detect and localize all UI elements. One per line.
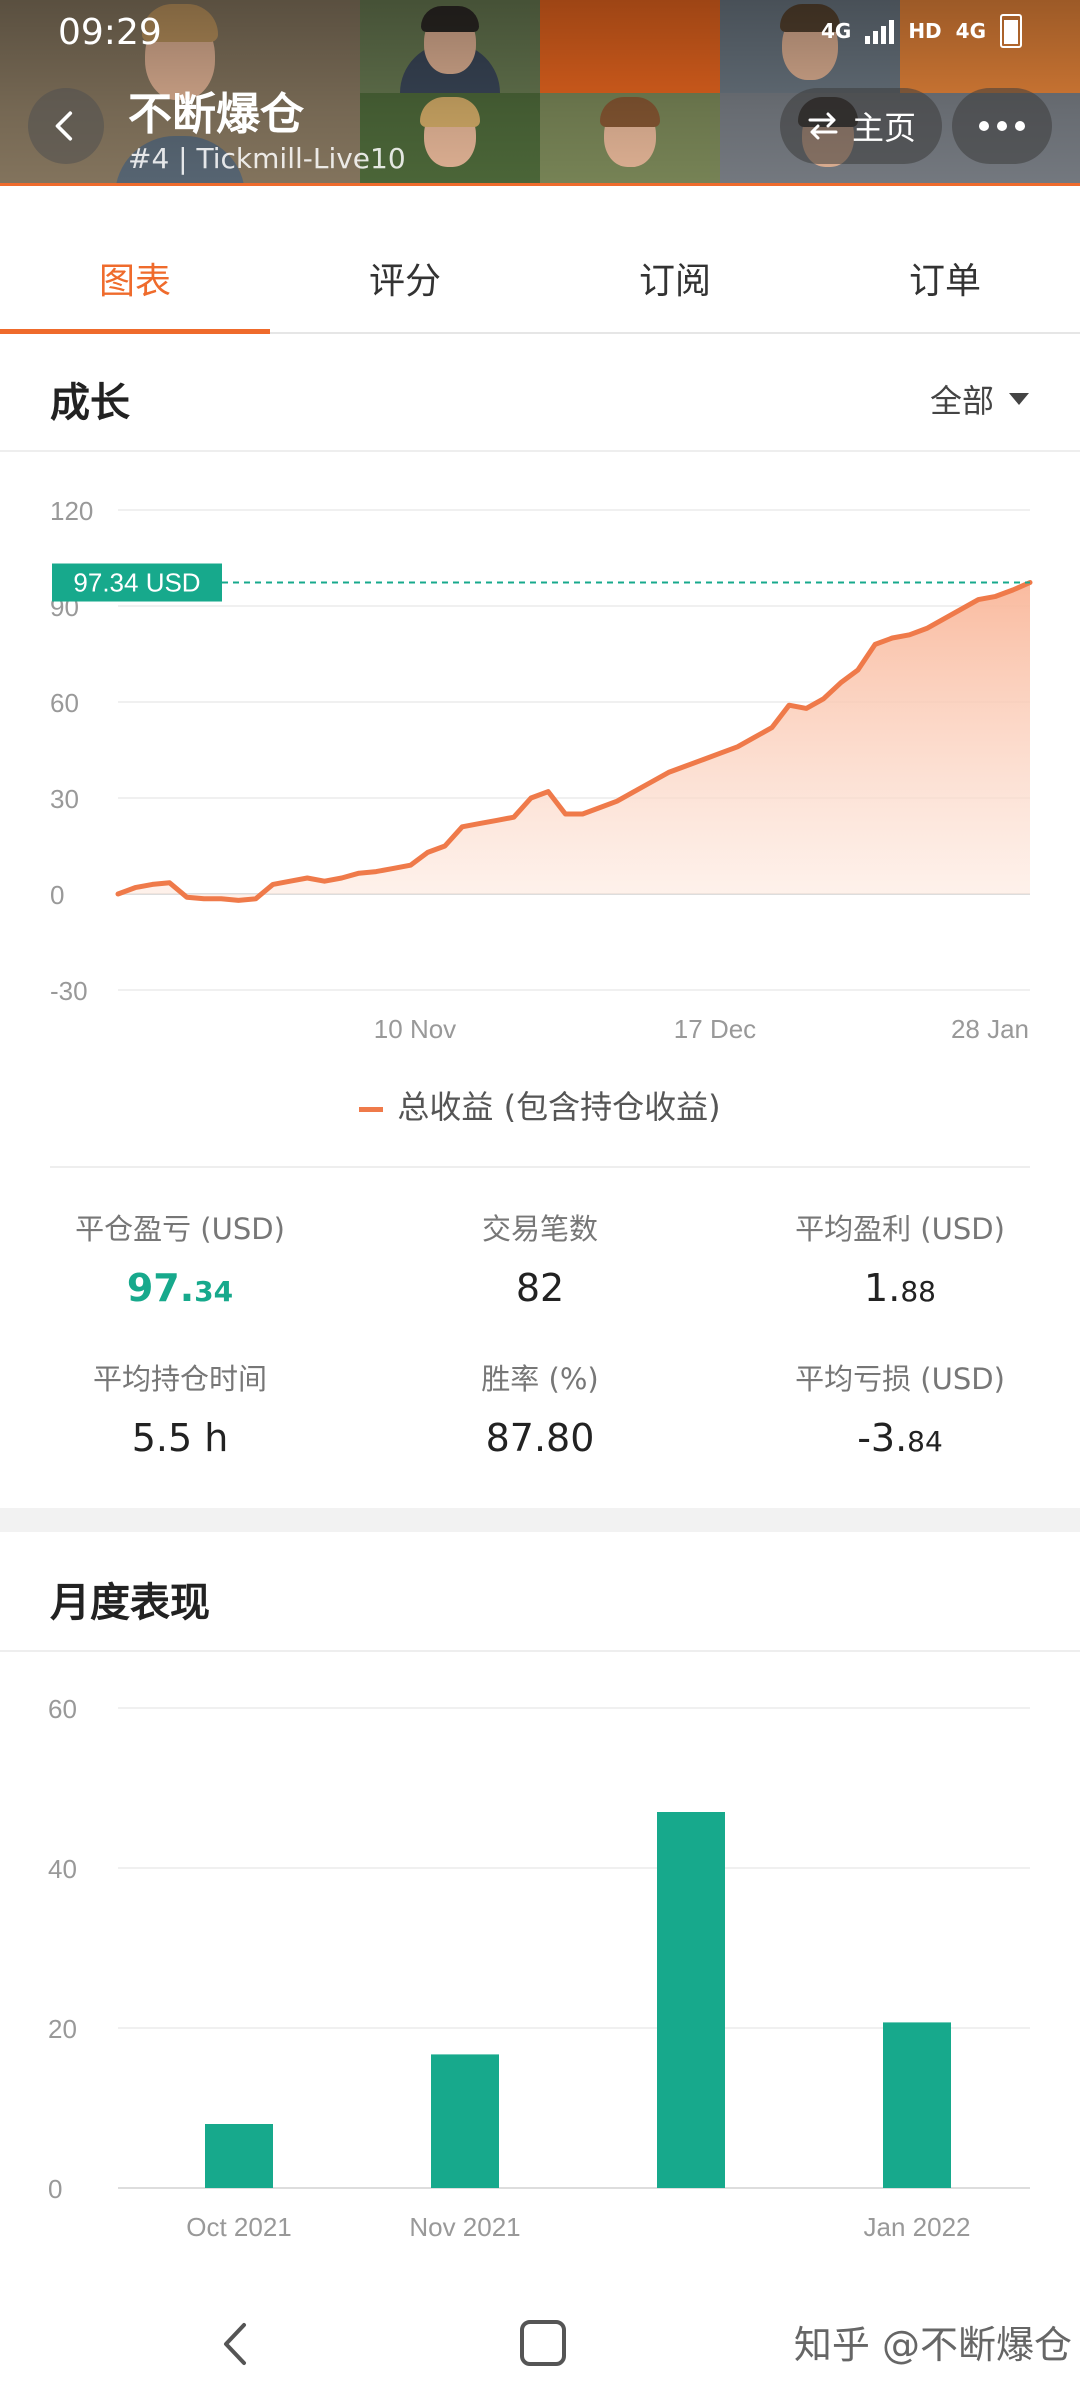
stat-win-rate: 胜率 (%) 87.80	[360, 1356, 720, 1460]
legend-swatch	[359, 1106, 384, 1112]
stat-label: 平均持仓时间	[92, 1362, 267, 1396]
growth-chart: 1209060300-30 97.34 USD 10 Nov 17 Dec 28 J…	[50, 496, 1033, 1044]
current-value-label: 97.34 USD	[73, 568, 200, 598]
stat-value-dec: 34	[194, 1275, 234, 1308]
range-filter-dropdown[interactable]: 全部	[930, 376, 1030, 422]
y-tick-label: 20	[48, 2014, 77, 2044]
tab-subscribe[interactable]: 订阅	[540, 232, 810, 332]
x-tick-label: 28 Jan	[951, 1014, 1029, 1044]
x-tick-label: Oct 2021	[186, 2212, 292, 2242]
stat-label: 交易笔数	[481, 1212, 598, 1246]
stat-avg-hold-time: 平均持仓时间 5.5 h	[0, 1356, 360, 1460]
y-tick-label: 0	[48, 2174, 62, 2204]
account-subtitle: #4 | Tickmill-Live10	[128, 142, 406, 175]
monthly-bar	[431, 2054, 499, 2188]
signal-icon	[865, 18, 895, 44]
monthly-bar	[657, 1812, 725, 2188]
watermark: 知乎 @不断爆仓	[793, 2323, 1072, 2367]
x-tick-label: 10 Nov	[374, 1014, 456, 1044]
more-options-button[interactable]	[952, 88, 1052, 164]
x-tick-label: Nov 2021	[409, 2212, 520, 2242]
growth-title: 成长	[50, 380, 130, 426]
section-separator	[0, 1508, 1080, 1532]
tab-rating[interactable]: 评分	[270, 232, 540, 332]
nav-back-icon[interactable]	[220, 2322, 250, 2366]
more-dot-icon	[1015, 121, 1025, 131]
y-tick-label: 60	[48, 1694, 77, 1724]
y-tick-label: 30	[50, 784, 79, 814]
current-value-badge: 97.34 USD	[52, 563, 222, 602]
more-dot-icon	[997, 121, 1007, 131]
range-filter-label: 全部	[929, 382, 994, 420]
stat-trade-count: 交易笔数 82	[360, 1206, 720, 1310]
swap-icon	[808, 112, 838, 140]
network-type-label: 4G	[820, 19, 852, 43]
stat-value: 87.80	[360, 1416, 720, 1460]
stat-value: -3.84	[720, 1416, 1080, 1460]
divider	[50, 1166, 1030, 1168]
growth-area-fill	[118, 582, 1030, 901]
stat-value-dec: 88	[900, 1275, 936, 1308]
stat-label: 平均亏损 (USD)	[795, 1362, 1005, 1396]
stat-value-int: 87.80	[485, 1416, 595, 1460]
profile-header: 09:29 4G HD 4G 不断爆仓 #4 | Tickmill-Live10…	[0, 0, 1080, 186]
network-type-label-2: 4G	[955, 19, 986, 43]
stat-label: 平均盈利 (USD)	[795, 1212, 1005, 1246]
status-icons: 4G HD 4G	[821, 14, 1022, 48]
x-tick-label: 17 Dec	[674, 1014, 756, 1044]
y-tick-label: 40	[48, 1854, 77, 1884]
stat-value-int: 97.	[126, 1266, 195, 1310]
stat-avg-loss: 平均亏损 (USD) -3.84	[720, 1356, 1080, 1460]
monthly-section-header: 月度表现	[0, 1540, 1080, 1652]
tab-orders[interactable]: 订单	[810, 232, 1080, 332]
page-title: 不断爆仓	[128, 89, 304, 140]
stat-value-int: 82	[515, 1266, 565, 1310]
chevron-left-icon	[55, 111, 73, 141]
caret-down-icon	[1009, 393, 1029, 405]
y-tick-label: 120	[50, 496, 93, 526]
system-nav-bar: 知乎 @不断爆仓	[0, 2290, 1080, 2400]
home-button-label: 主页	[852, 109, 917, 147]
monthly-title: 月度表现	[50, 1580, 210, 1626]
stat-label: 平仓盈亏 (USD)	[75, 1212, 285, 1246]
more-dot-icon	[979, 121, 989, 131]
stat-value-dec: 84	[907, 1425, 943, 1458]
y-tick-label: -30	[50, 976, 88, 1006]
stat-value: 1.88	[720, 1266, 1080, 1310]
legend-label: 总收益 (包含持仓收益)	[397, 1088, 721, 1126]
nav-home-icon[interactable]	[520, 2320, 566, 2366]
monthly-bar-chart: 60 40 20 0 Oct 2021 Nov 2021 Jan 2022	[48, 1694, 1030, 2242]
stat-value-int: -3.	[857, 1416, 908, 1460]
y-tick-label: 60	[50, 688, 79, 718]
growth-legend: 总收益 (包含持仓收益)	[0, 1082, 1080, 1128]
stat-avg-profit: 平均盈利 (USD) 1.88	[720, 1206, 1080, 1310]
stat-label: 胜率 (%)	[481, 1362, 599, 1396]
header-accent-line	[0, 183, 1080, 186]
status-time: 09:29	[58, 12, 162, 53]
hd-label: HD	[908, 19, 942, 43]
stat-value: 5.5 h	[0, 1416, 360, 1460]
battery-icon	[1000, 14, 1022, 48]
monthly-bar	[205, 2124, 273, 2188]
monthly-bar	[883, 2022, 951, 2188]
tab-chart[interactable]: 图表	[0, 232, 270, 334]
home-button[interactable]: 主页	[780, 88, 943, 164]
stat-closed-pnl: 平仓盈亏 (USD) 97.34	[0, 1206, 360, 1310]
back-button[interactable]	[28, 88, 104, 164]
growth-section-header: 成长 全部	[0, 340, 1080, 452]
stat-value: 97.34	[0, 1266, 360, 1310]
stat-value: 82	[360, 1266, 720, 1310]
tab-bar: 图表 评分 订阅 订单	[0, 232, 1080, 334]
stat-value-int: 5.5 h	[131, 1416, 229, 1460]
stat-value-int: 1.	[864, 1266, 901, 1310]
x-tick-label: Jan 2022	[864, 2212, 971, 2242]
y-tick-label: 0	[50, 880, 64, 910]
